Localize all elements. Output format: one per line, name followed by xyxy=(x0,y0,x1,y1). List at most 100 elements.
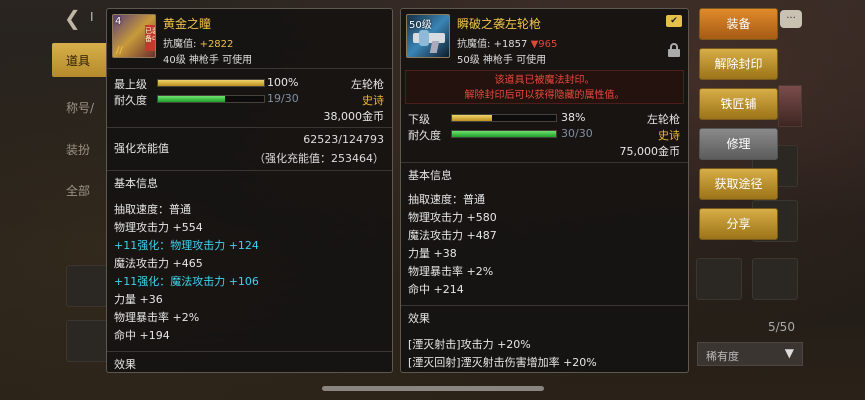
revolver-icon xyxy=(413,33,445,43)
stat-line: 命中 +194 xyxy=(114,329,170,342)
inventory-slot[interactable] xyxy=(66,265,108,307)
grade-label: 最上级 xyxy=(114,78,147,91)
equipped-tag: 已装备中 xyxy=(145,25,155,51)
price-row: 75,000金币 xyxy=(401,142,688,158)
stat-line: 抽取速度：普通 xyxy=(408,193,485,206)
seal-notice: 该道具已被魔法封印。 解除封印后可以获得隐藏的属性值。 xyxy=(405,70,684,104)
item-name: 瞬破之袭左轮枪 xyxy=(457,17,542,31)
durability-bar-fill xyxy=(452,131,556,137)
item-price: 38,000金币 xyxy=(323,110,385,123)
character-portrait xyxy=(778,85,802,127)
revolver-cylinder xyxy=(419,30,429,46)
stat-line: 魔法攻击力 +465 xyxy=(114,257,203,270)
effect-title: 效果 xyxy=(408,312,430,325)
item-price: 75,000金币 xyxy=(619,145,681,158)
item-requirement: 50级 神枪手 可使用 xyxy=(457,55,547,66)
stat-line: 力量 +38 xyxy=(408,247,457,260)
stat-line: 物理攻击力 +554 xyxy=(114,221,203,234)
grade-row: 下级 38% 左轮枪 xyxy=(401,110,688,126)
compared-item-tooltip: 50级 瞬破之袭左轮枪 抗魔值: +1857 ▼965 50级 神枪手 可使用 … xyxy=(400,8,689,373)
basic-info-title: 基本信息 xyxy=(114,177,158,190)
item-level-badge: 4 xyxy=(115,16,122,27)
grade-bar-fill xyxy=(452,115,492,121)
divider xyxy=(107,170,392,171)
basic-info-title: 基本信息 xyxy=(408,169,452,182)
grade-bar-fill xyxy=(158,80,264,86)
inventory-slot[interactable] xyxy=(752,258,798,300)
anti-magic-label: 抗魔值: xyxy=(163,39,197,50)
durability-value: 30/30 xyxy=(561,127,593,140)
revolver-grip xyxy=(429,41,440,53)
equip-compare-icon: ✔ xyxy=(666,15,682,27)
durability-label: 耐久度 xyxy=(408,129,441,142)
grade-value: 100% xyxy=(267,76,299,89)
durability-bar xyxy=(451,130,557,138)
stat-line: 抽取速度：普通 xyxy=(114,203,191,216)
seal-line-1: 该道具已被魔法封印。 xyxy=(494,75,595,86)
enhance-stat-line: +11强化：魔法攻击力 +106 xyxy=(114,275,259,288)
basic-info-stats: 抽取速度：普通 物理攻击力 +580 魔法攻击力 +487 力量 +38 物理暴击率 +… xyxy=(401,191,688,299)
enhance-sub-value: （强化充能值：253464） xyxy=(254,152,384,165)
item-icon: 50级 xyxy=(406,14,450,58)
enhance-value: 62523/124793 xyxy=(303,133,384,146)
inventory-slot[interactable] xyxy=(696,258,742,300)
effect-line: [湮灭射击]攻击力 +20% xyxy=(408,338,531,351)
effect-title: 效果 xyxy=(114,358,136,371)
durability-bar xyxy=(157,95,265,103)
stat-line: 物理暴击率 +2% xyxy=(408,265,494,278)
obtain-method-button[interactable]: 获取途径 xyxy=(699,168,778,200)
blacksmith-button[interactable]: 铁匠铺 xyxy=(699,88,778,120)
stat-line: 力量 +36 xyxy=(114,293,163,306)
anti-magic-value: +1857 xyxy=(493,39,528,50)
grade-label: 下级 xyxy=(408,113,430,126)
effect-list: [湮灭射击]攻击力 +20% [湮灭回射]湮灭射击伤害增加率 +20% xyxy=(401,336,688,372)
item-header: 4 已装备中 // 黄金之瞳 抗魔值: +2822 40级 神枪手 可使用 xyxy=(107,9,392,69)
anti-magic-value: +2822 xyxy=(199,39,234,50)
item-header: 50级 瞬破之袭左轮枪 抗魔值: +1857 ▼965 50级 神枪手 可使用 … xyxy=(401,9,688,66)
tab-titles[interactable]: 称号/ xyxy=(52,90,110,124)
inventory-slot[interactable] xyxy=(66,320,108,362)
share-button[interactable]: 分享 xyxy=(699,208,778,240)
divider xyxy=(107,351,392,352)
inventory-count: 5/50 xyxy=(768,320,795,334)
anti-magic-label: 抗魔值: xyxy=(457,39,491,50)
enhance-row: 强化充能值 62523/124793 xyxy=(107,132,392,155)
enhance-sub-row: （强化充能值：253464） xyxy=(107,149,392,166)
tab-items[interactable]: 道具 xyxy=(52,43,110,77)
anti-magic-diff: ▼965 xyxy=(530,39,558,50)
home-indicator[interactable] xyxy=(322,386,544,391)
weapon-type: 左轮枪 xyxy=(647,113,680,126)
lock-icon[interactable] xyxy=(668,43,680,57)
anti-magic-stat: 抗魔值: +1857 ▼965 xyxy=(457,35,557,50)
back-arrow-icon[interactable]: ❮ xyxy=(64,6,81,30)
sort-dropdown[interactable]: 稀有度 ▼ xyxy=(697,342,803,366)
rarity-label: 史诗 xyxy=(362,94,384,107)
stat-line: 魔法攻击力 +487 xyxy=(408,229,497,242)
equipped-item-tooltip: 4 已装备中 // 黄金之瞳 抗魔值: +2822 40级 神枪手 可使用 最上… xyxy=(106,8,393,373)
chat-bubble-icon[interactable]: ··· xyxy=(780,10,802,28)
durability-label: 耐久度 xyxy=(114,94,147,107)
stat-line: 物理攻击力 +580 xyxy=(408,211,497,224)
enhance-stat-line: +11强化：物理攻击力 +124 xyxy=(114,239,259,252)
anti-magic-stat: 抗魔值: +2822 xyxy=(163,35,233,50)
grade-value: 38% xyxy=(561,111,586,124)
chevron-down-icon: ▼ xyxy=(784,346,794,360)
stat-line: 物理暴击率 +2% xyxy=(114,311,200,324)
durability-value: 19/30 xyxy=(267,92,299,105)
effect-line: [湮灭回射]湮灭射击伤害增加率 +20% xyxy=(408,356,597,369)
rarity-label: 史诗 xyxy=(658,129,680,142)
screen-title: Ⅰ xyxy=(90,10,94,24)
durability-row: 耐久度 30/30 史诗 xyxy=(401,126,688,142)
price-row: 38,000金币 xyxy=(107,107,392,123)
tab-costume[interactable]: 装扮 xyxy=(52,132,110,166)
weapon-type: 左轮枪 xyxy=(351,78,384,91)
item-name: 黄金之瞳 xyxy=(163,17,212,31)
tab-all[interactable]: 全部 xyxy=(52,173,110,207)
item-level-badge: 50级 xyxy=(409,20,432,31)
item-icon: 4 已装备中 // xyxy=(112,14,156,58)
durability-bar-fill xyxy=(158,96,226,102)
equip-button[interactable]: 装备 xyxy=(699,8,778,40)
sort-label: 稀有度 xyxy=(706,350,739,363)
repair-button[interactable]: 修理 xyxy=(699,128,778,160)
unseal-button[interactable]: 解除封印 xyxy=(699,48,778,80)
